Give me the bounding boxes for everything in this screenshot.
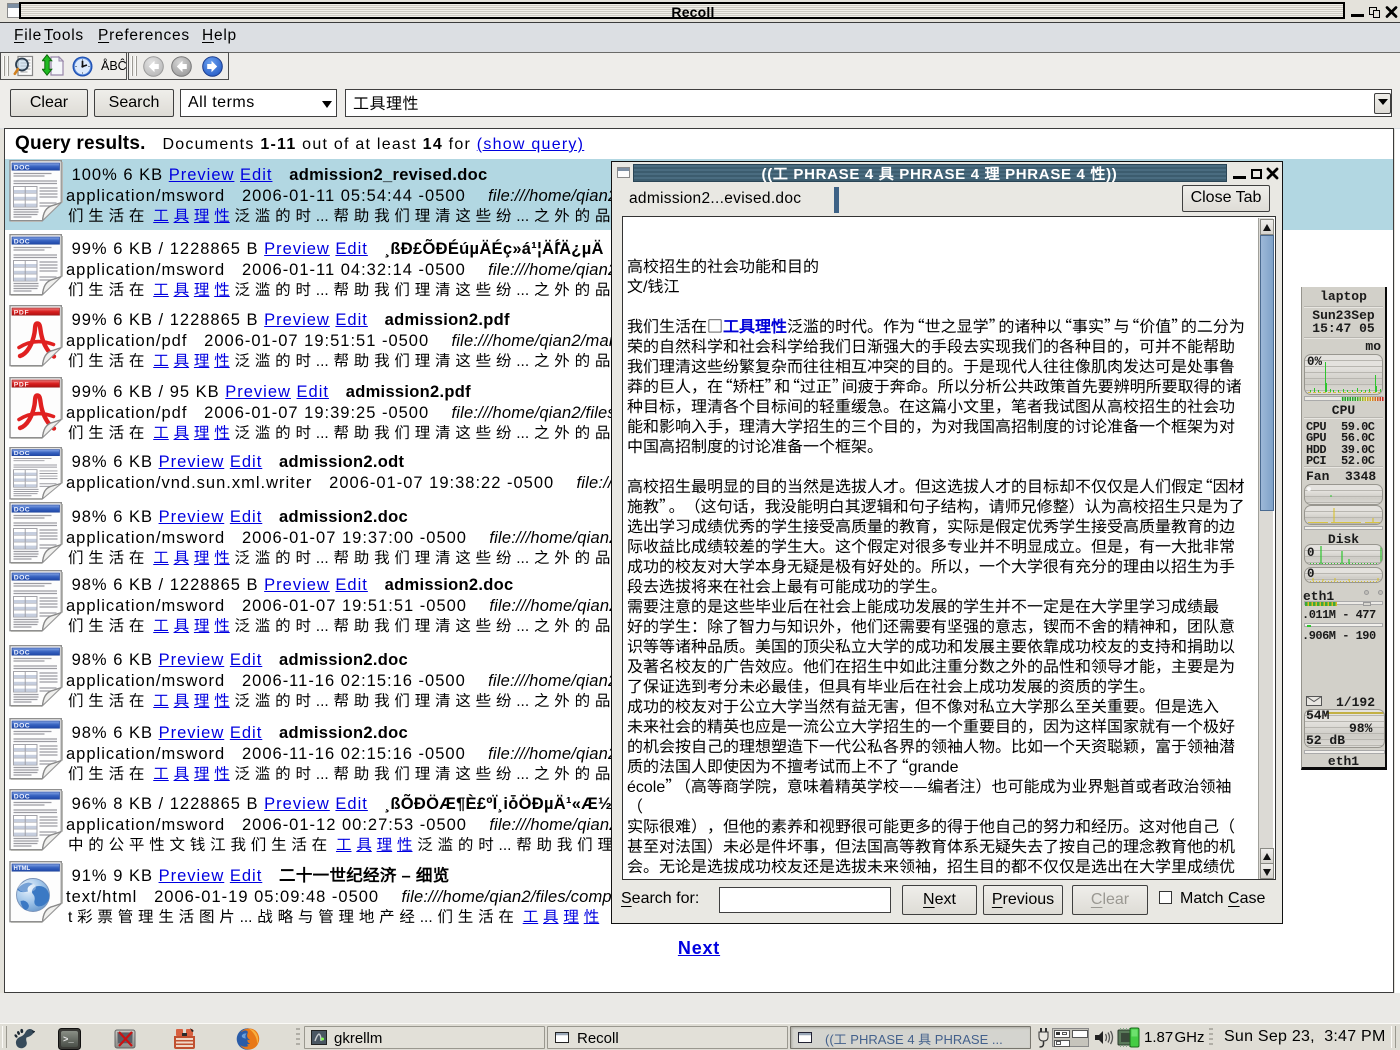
svg-text:DOC: DOC <box>14 793 30 800</box>
svg-text:DOC: DOC <box>14 238 30 245</box>
svg-text:HTML: HTML <box>14 866 31 872</box>
svg-text:DOC: DOC <box>14 574 30 581</box>
svg-text:DOC: DOC <box>14 506 30 513</box>
svg-text:PDF: PDF <box>14 381 29 388</box>
svg-text:DOC: DOC <box>14 164 30 171</box>
svg-text:PDF: PDF <box>14 309 29 316</box>
svg-text:DOC: DOC <box>14 649 30 656</box>
svg-text:>_: >_ <box>63 1035 74 1045</box>
svg-text:DOC: DOC <box>14 722 30 729</box>
svg-text:DOC: DOC <box>14 450 30 456</box>
